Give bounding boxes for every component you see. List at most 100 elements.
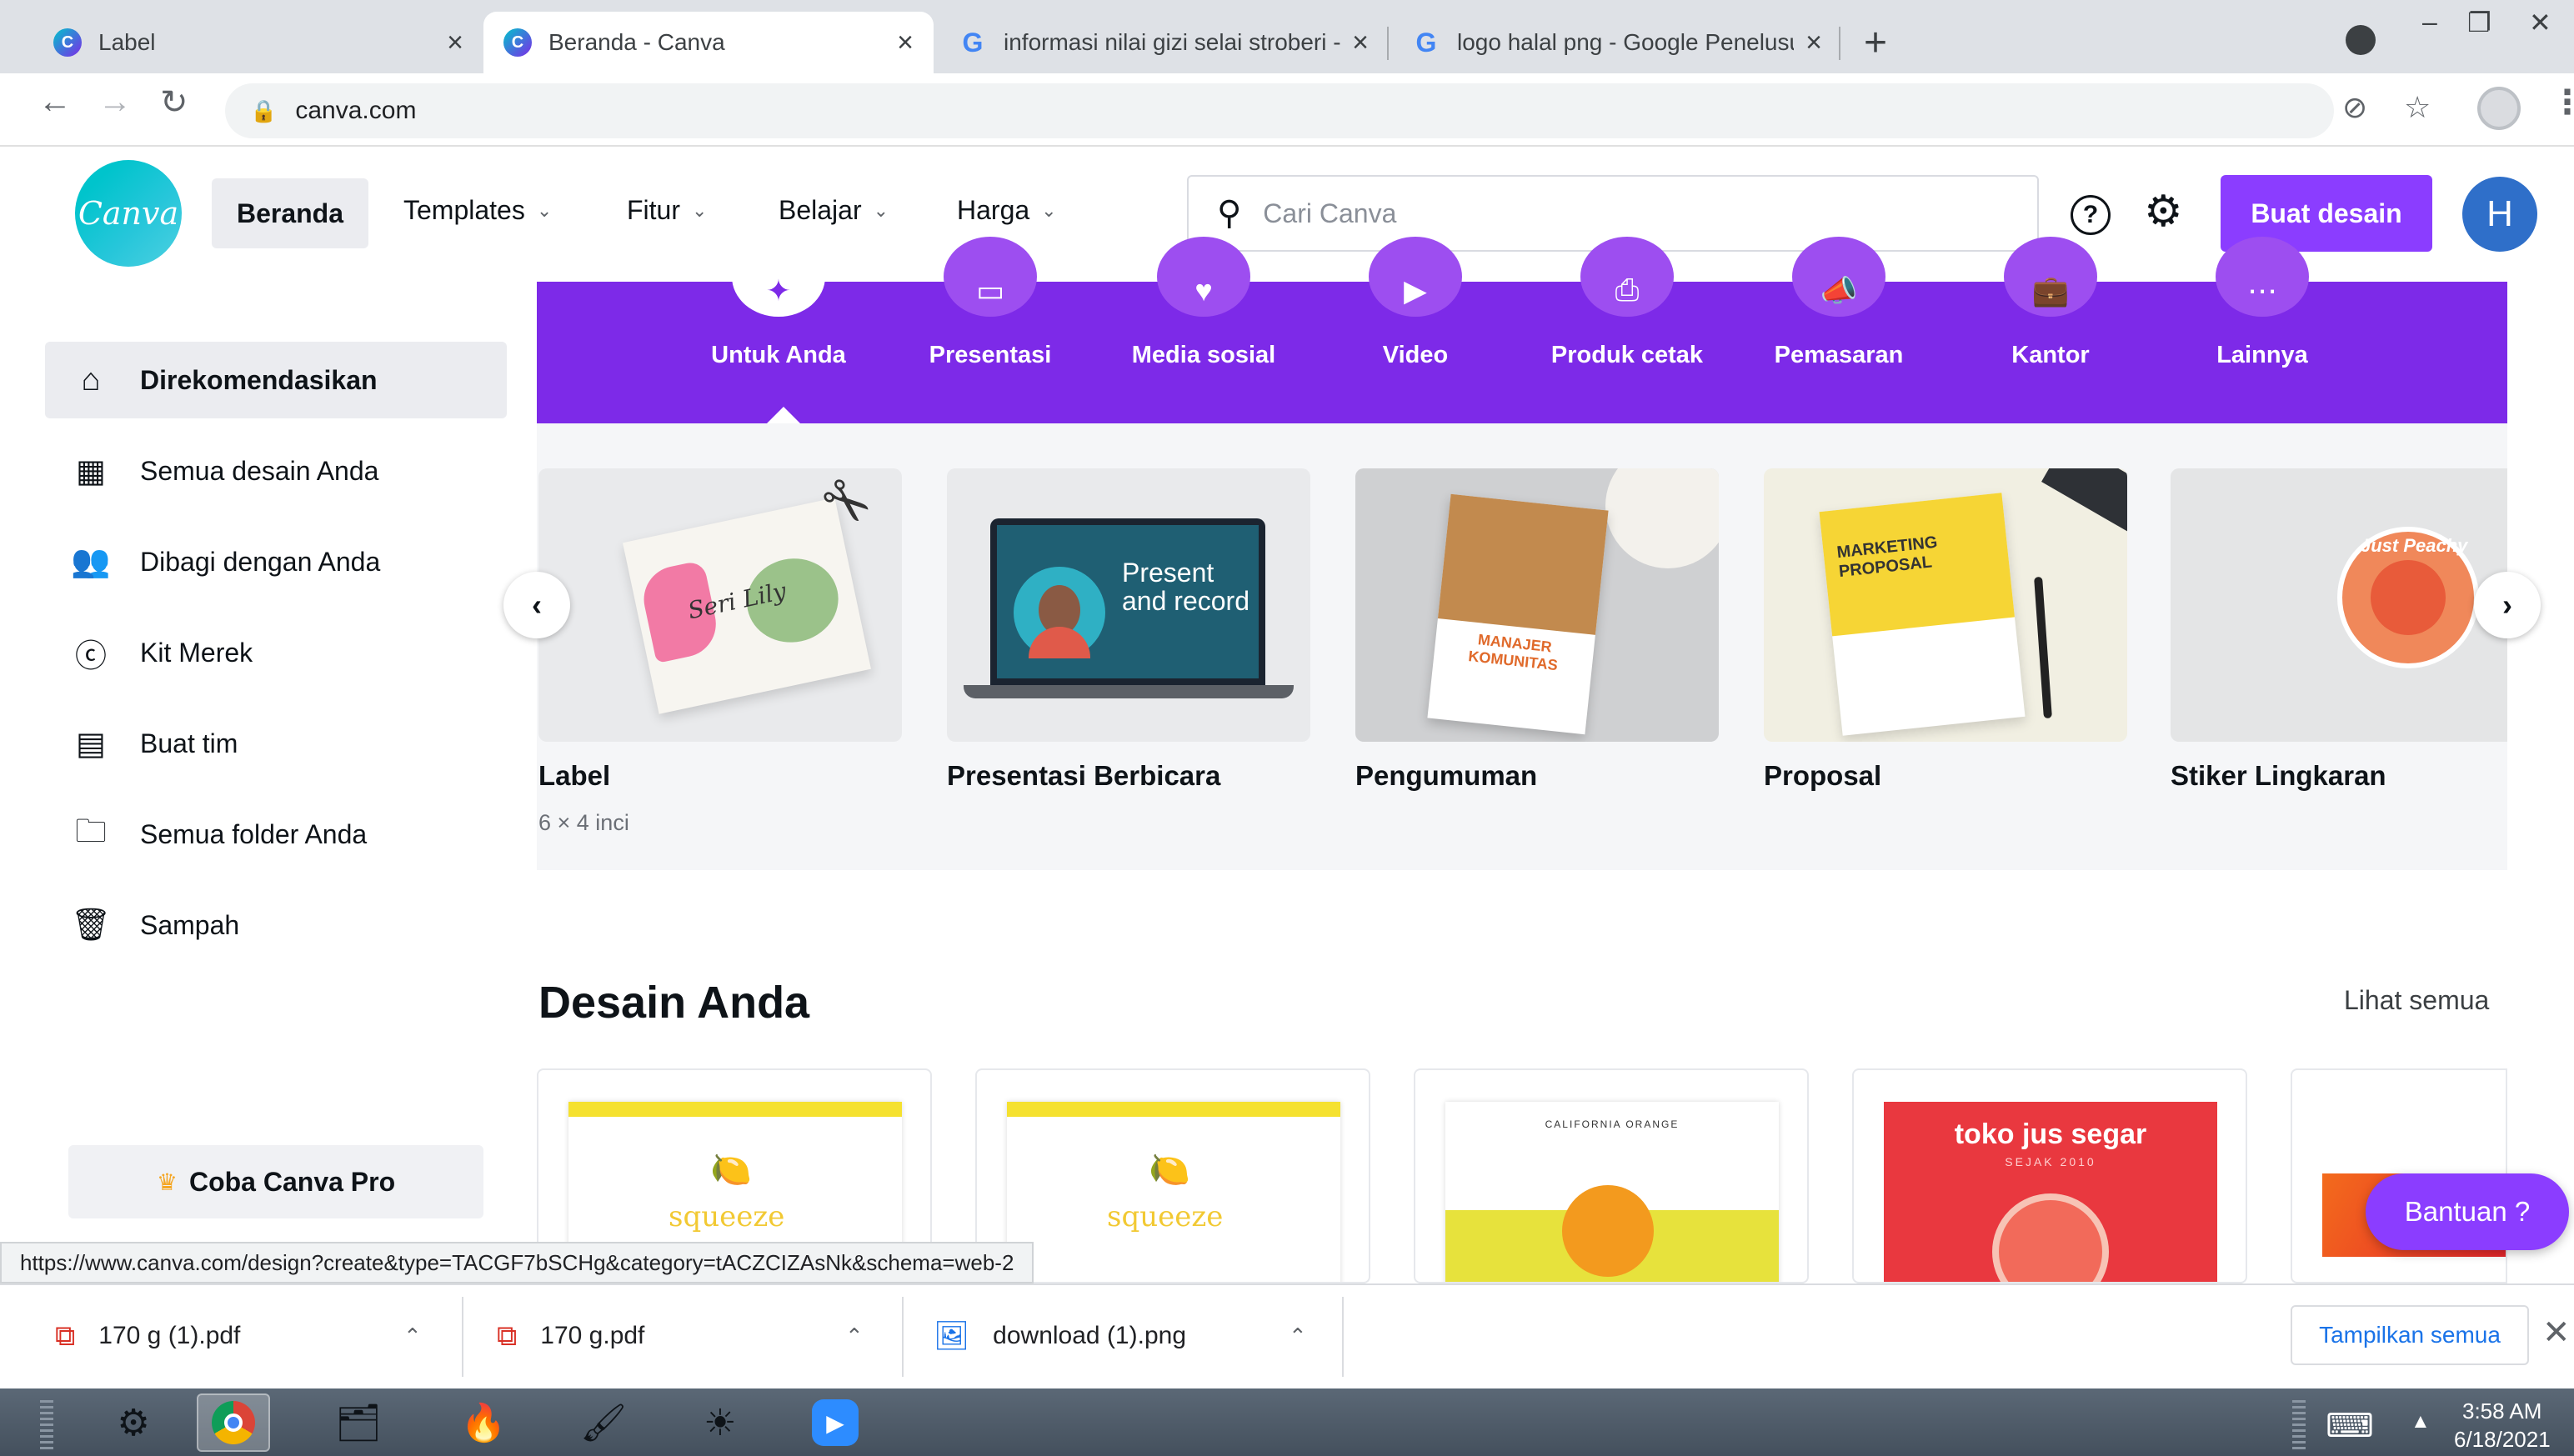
- download-item[interactable]: ⧉ 170 g.pdf ⌃: [497, 1283, 875, 1388]
- paint-tool-icon[interactable]: 🖌: [567, 1393, 640, 1452]
- avatar[interactable]: H: [2462, 177, 2537, 252]
- control-panel-icon[interactable]: ⚙: [97, 1393, 170, 1452]
- chrome-icon[interactable]: [197, 1393, 270, 1452]
- heart-chat-icon: ♥: [1157, 237, 1250, 317]
- download-item[interactable]: 🖼 download (1).png ⌃: [934, 1283, 1319, 1388]
- template-title[interactable]: Stiker Lingkaran: [2171, 760, 2386, 792]
- category-marketing[interactable]: 📣 Pemasaran: [1755, 237, 1922, 369]
- close-tab-icon[interactable]: ×: [1805, 27, 1822, 59]
- download-item[interactable]: ⧉ 170 g (1).pdf ⌃: [55, 1283, 433, 1388]
- trash-icon: 🗑: [70, 908, 112, 943]
- download-divider: [1342, 1297, 1344, 1377]
- help-icon[interactable]: ?: [2071, 195, 2111, 235]
- sidebar-item-recommended[interactable]: ⌂ Direkomendasikan: [45, 342, 507, 418]
- nav-templates[interactable]: Templates ⌄: [403, 195, 552, 226]
- minimize-icon[interactable]: –: [2422, 7, 2437, 38]
- category-print[interactable]: ⎙ Produk cetak: [1544, 237, 1710, 369]
- google-favicon-icon: G: [962, 27, 984, 58]
- grid-icon: ▦: [76, 453, 106, 489]
- keyboard-icon[interactable]: ⌨: [2326, 1407, 2374, 1445]
- template-title[interactable]: Label: [538, 760, 610, 792]
- category-video[interactable]: ▶ Video: [1332, 237, 1499, 369]
- taskbar-grip: [40, 1400, 53, 1450]
- sidebar-item-brand-kit[interactable]: ⓒ Kit Merek: [45, 614, 507, 691]
- design-card[interactable]: 🍋 squeeze: [975, 1068, 1370, 1283]
- category-label: Produk cetak: [1550, 342, 1704, 368]
- window-close-icon[interactable]: ✕: [2529, 7, 2551, 38]
- browser-profile-icon[interactable]: [2477, 87, 2521, 130]
- clock-date[interactable]: 6/18/2021: [2454, 1427, 2551, 1453]
- clock-time[interactable]: 3:58 AM: [2462, 1398, 2541, 1424]
- sidebar-item-folders[interactable]: 🗀 Semua folder Anda: [45, 796, 507, 873]
- back-arrow-icon[interactable]: ←: [38, 83, 72, 121]
- canva-logo[interactable]: Canva: [75, 160, 182, 267]
- bookmark-star-icon[interactable]: ☆: [2404, 90, 2431, 125]
- chevron-up-icon[interactable]: ⌃: [845, 1323, 864, 1349]
- tab-search-icon[interactable]: [2346, 25, 2376, 55]
- category-social-media[interactable]: ♥ Media sosial: [1120, 237, 1287, 369]
- browser-tab-label[interactable]: C Label ×: [33, 12, 483, 73]
- browser-menu-icon[interactable]: ⋮: [2551, 83, 2574, 122]
- category-presentations[interactable]: ▭ Presentasi: [907, 237, 1074, 369]
- category-more[interactable]: ⋯ Lainnya: [2179, 237, 2346, 369]
- close-downloads-icon[interactable]: ✕: [2542, 1313, 2571, 1352]
- lemon-icon: 🍋: [1149, 1152, 1190, 1188]
- nav-fitur[interactable]: Fitur ⌄: [627, 195, 707, 226]
- firefox-icon[interactable]: 🔥: [447, 1393, 520, 1452]
- browser-tab-canva-home[interactable]: C Beranda - Canva ×: [483, 12, 934, 73]
- sun-app-icon[interactable]: ☀: [684, 1393, 757, 1452]
- nav-harga[interactable]: Harga ⌄: [957, 195, 1057, 226]
- carousel-prev-arrow-icon[interactable]: ‹: [503, 572, 570, 638]
- tracking-off-eye-icon[interactable]: ⊘: [2342, 90, 2367, 125]
- design-card[interactable]: CALIFORNIA ORANGE: [1414, 1068, 1809, 1283]
- chevron-up-icon[interactable]: ⌃: [1289, 1323, 1307, 1349]
- help-floating-button[interactable]: Bantuan ?: [2366, 1173, 2569, 1250]
- template-title[interactable]: Proposal: [1764, 760, 1881, 792]
- sidebar-item-shared[interactable]: 👥 Dibagi dengan Anda: [45, 523, 507, 600]
- gear-icon[interactable]: ⚙: [2144, 187, 2183, 237]
- sidebar-item-trash[interactable]: 🗑 Sampah: [45, 887, 507, 963]
- tray-expand-icon[interactable]: ▲: [2411, 1410, 2431, 1433]
- design-card[interactable]: toko jus segar SEJAK 2010: [1852, 1068, 2247, 1283]
- category-office[interactable]: 💼 Kantor: [1967, 237, 2134, 369]
- close-tab-icon[interactable]: ×: [447, 27, 463, 59]
- try-canva-pro-button[interactable]: ♛ Coba Canva Pro: [68, 1145, 483, 1218]
- close-tab-icon[interactable]: ×: [1352, 27, 1369, 59]
- browser-tab-halal[interactable]: G logo halal png - Google Penelusu ×: [1392, 12, 1842, 73]
- template-card-label[interactable]: Seri Lily ✂: [538, 468, 902, 742]
- show-all-downloads-button[interactable]: Tampilkan semua: [2291, 1305, 2529, 1365]
- see-all-link[interactable]: Lihat semua: [2344, 985, 2489, 1016]
- template-title[interactable]: Pengumuman: [1355, 760, 1537, 792]
- sidebar-item-create-team[interactable]: ▤ Buat tim: [45, 705, 507, 782]
- zoom-app-icon[interactable]: ▶: [799, 1393, 872, 1452]
- template-card-proposal[interactable]: MARKETING PROPOSAL: [1764, 468, 2127, 742]
- browser-tab-gizi[interactable]: G informasi nilai gizi selai stroberi - …: [939, 12, 1389, 73]
- tab-title: informasi nilai gizi selai stroberi -: [1004, 29, 1341, 55]
- nav-home-button[interactable]: Beranda: [212, 178, 368, 248]
- close-tab-icon[interactable]: ×: [897, 27, 914, 59]
- presentation-thumb-text: Present and record: [1122, 558, 1249, 616]
- template-card-announcement[interactable]: MANAJER KOMUNITAS: [1355, 468, 1719, 742]
- design-thumb: toko jus segar SEJAK 2010: [1884, 1102, 2217, 1282]
- carousel-next-arrow-icon[interactable]: ›: [2474, 572, 2541, 638]
- forward-arrow-icon[interactable]: →: [98, 83, 132, 121]
- chevron-down-icon: ⌄: [692, 199, 708, 221]
- tab-divider: [1839, 27, 1840, 60]
- template-card-circle-sticker[interactable]: Just Peachy: [2171, 468, 2507, 742]
- chevron-down-icon: ⌄: [536, 199, 553, 221]
- file-explorer-icon[interactable]: 🗂: [322, 1393, 395, 1452]
- new-tab-plus-icon[interactable]: +: [1864, 20, 1887, 66]
- tab-divider: [1387, 27, 1389, 60]
- chevron-down-icon: ⌄: [1041, 199, 1057, 221]
- category-for-you[interactable]: ✦ Untuk Anda: [695, 237, 862, 369]
- team-icon: ▤: [76, 726, 106, 762]
- sidebar-item-all-designs[interactable]: ▦ Semua desain Anda: [45, 433, 507, 509]
- search-input[interactable]: [1263, 198, 1964, 229]
- reload-icon[interactable]: ↻: [160, 83, 188, 122]
- template-card-talking-presentation[interactable]: Present and record: [947, 468, 1310, 742]
- nav-belajar[interactable]: Belajar ⌄: [779, 195, 889, 226]
- chevron-up-icon[interactable]: ⌃: [403, 1323, 422, 1349]
- restore-icon[interactable]: ❐: [2467, 7, 2491, 38]
- template-title[interactable]: Presentasi Berbicara: [947, 760, 1220, 792]
- address-bar[interactable]: 🔒 canva.com: [225, 83, 2334, 138]
